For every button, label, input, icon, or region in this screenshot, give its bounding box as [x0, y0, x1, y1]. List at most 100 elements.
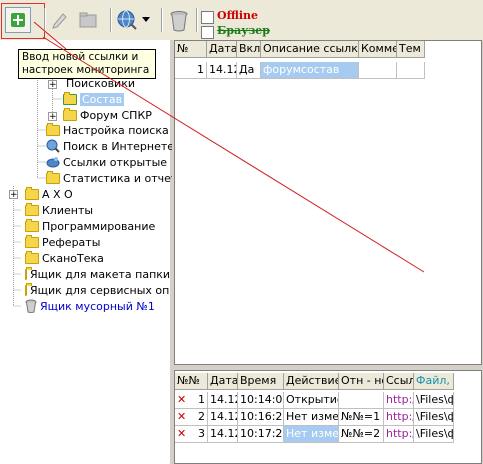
cell-time: 10:16:27	[238, 409, 284, 426]
edit-button[interactable]	[48, 9, 72, 31]
cell-action: Открытие	[284, 392, 339, 409]
cell-file: \Files\ф	[414, 426, 454, 443]
cell-description: форумсостав	[261, 62, 359, 79]
tree-item-open-links[interactable]: Ссылки открытые	[46, 154, 167, 170]
column-header[interactable]: Дата	[207, 41, 237, 58]
column-header[interactable]: Вкл	[237, 41, 261, 58]
column-header[interactable]: Время	[238, 373, 284, 390]
web-search-dropdown[interactable]	[115, 8, 151, 32]
folder-check-icon	[63, 91, 77, 105]
expand-icon[interactable]: +	[48, 112, 57, 122]
column-header[interactable]: №№	[175, 373, 208, 390]
tree-item-service-box[interactable]: Ящик для сервисных опций	[25, 282, 170, 298]
folder-icon	[25, 218, 39, 232]
offline-checkbox[interactable]	[201, 11, 214, 24]
tree-item-label: Состав	[80, 92, 125, 106]
column-header[interactable]: Тем	[397, 41, 425, 58]
trash-button[interactable]	[166, 8, 192, 34]
toolbar-separator	[161, 8, 163, 32]
cell-link[interactable]: http:/.	[384, 392, 414, 409]
add-link-tooltip: Ввод новой ссылки и настроек мониторинга	[18, 49, 156, 79]
error-x-icon: ✕	[177, 410, 187, 423]
cell-date: 14.12	[208, 409, 238, 426]
folder-icon	[46, 170, 60, 184]
cell-action: Нет измен	[284, 426, 339, 443]
open-folder-button[interactable]	[76, 9, 100, 31]
browser-label: Браузер	[217, 24, 270, 37]
tree-item-layout-box[interactable]: Ящик для макета папки	[25, 266, 170, 282]
magnifier-globe-icon	[46, 139, 60, 153]
right-pane: № Дата Вкл Описание ссылки Комме Тем 1 1…	[172, 40, 483, 464]
links-grid-header: № Дата Вкл Описание ссылки Комме Тем	[175, 41, 425, 58]
tree-item-sostav[interactable]: Состав	[63, 91, 125, 107]
tree-item-label: Настройка поиска	[63, 123, 169, 137]
folder-icon	[25, 202, 39, 216]
folder-tree[interactable]: Поисковики + Состав + Форум СПКР Настрой…	[0, 40, 186, 464]
browser-checkbox[interactable]	[201, 26, 214, 39]
error-x-icon: ✕	[177, 427, 187, 440]
tree-item-label: Поиск в Интернете	[63, 139, 175, 153]
column-header[interactable]: Ссыл	[384, 373, 414, 390]
cell-time: 10:17:25	[238, 426, 284, 443]
folder-icon	[25, 250, 39, 264]
table-row[interactable]: 1 14.12 Да форумсостав	[175, 62, 425, 79]
add-link-button[interactable]	[5, 7, 31, 33]
tree-item-programming[interactable]: Программирование	[25, 218, 155, 234]
tree-item-label: Ссылки открытые	[63, 155, 168, 169]
cell-num: ✕ 3	[175, 426, 208, 443]
log-grid[interactable]: №№ Дата Время Действие Отн - но Ссыл Фай…	[174, 370, 482, 464]
trash-icon	[25, 299, 37, 313]
column-header[interactable]: Действие	[284, 373, 339, 390]
tree-item-label: А Х О	[42, 187, 73, 201]
folder-icon	[25, 266, 32, 280]
trash-icon	[170, 11, 188, 32]
column-header[interactable]: №	[175, 41, 207, 58]
tree-item-label: Форум СПКР	[80, 108, 152, 122]
cell-comment	[359, 62, 397, 79]
tree-item-label: Ящик для макета папки	[30, 267, 170, 281]
cell-date: 14.12	[207, 62, 237, 79]
cell-theme	[397, 62, 425, 79]
cell-link[interactable]: http:/.	[384, 426, 414, 443]
cell-file: \Files\ф	[414, 392, 454, 409]
tree-item-stats-reports[interactable]: Статистика и отчеты	[46, 170, 186, 186]
cell-num: 1	[175, 62, 207, 79]
folder-icon	[79, 12, 97, 28]
tree-item-clients[interactable]: Клиенты	[25, 202, 93, 218]
expand-icon[interactable]: +	[48, 80, 57, 90]
links-grid[interactable]: № Дата Вкл Описание ссылки Комме Тем 1 1…	[174, 40, 482, 365]
cell-action: Нет измен	[284, 409, 339, 426]
cell-enabled: Да	[237, 62, 261, 79]
tree-item-scanoteka[interactable]: СканоТека	[25, 250, 104, 266]
column-header[interactable]: Дата	[208, 373, 238, 390]
table-row[interactable]: ✕2 14.12 10:16:27 Нет измен №№=1 http:/.…	[175, 409, 454, 426]
expand-icon[interactable]: +	[9, 190, 18, 200]
tree-item-forum-spkr[interactable]: Форум СПКР	[63, 107, 152, 123]
cell-relation: №№=2	[339, 426, 384, 443]
tree-item-trash[interactable]: Ящик мусорный №1	[25, 298, 155, 314]
tree-item-internet-search[interactable]: Поиск в Интернете	[46, 138, 174, 154]
column-header[interactable]: Отн - но	[339, 373, 384, 390]
folder-icon	[25, 186, 39, 200]
tree-item-axo[interactable]: А Х О	[25, 186, 73, 202]
column-header[interactable]: Комме	[359, 41, 397, 58]
cell-time: 10:14:07	[238, 392, 284, 409]
table-row[interactable]: ✕3 14.12 10:17:25 Нет измен №№=2 http:/.…	[175, 426, 454, 443]
tree-item-label: Рефераты	[42, 235, 101, 249]
tree-item-label: Ящик мусорный №1	[40, 299, 155, 313]
cell-link[interactable]: http:/.	[384, 409, 414, 426]
folder-icon	[63, 107, 77, 121]
column-header[interactable]: Описание ссылки	[261, 41, 359, 58]
column-header[interactable]: Файл, в	[414, 373, 454, 390]
tree-item-label: Ящик для сервисных опций	[30, 283, 170, 297]
tree-item-search-settings[interactable]: Настройка поиска	[46, 122, 169, 138]
cell-relation: №№=1	[339, 409, 384, 426]
toolbar-separator	[110, 8, 112, 32]
toolbar: Offline Браузер	[0, 0, 483, 40]
tooltip-line: Ввод новой ссылки и	[22, 51, 139, 63]
plus-icon	[11, 13, 25, 27]
folder-icon	[25, 282, 32, 296]
table-row[interactable]: ✕1 14.12 10:14:07 Открытие http:/. \File…	[175, 392, 454, 409]
cell-relation	[339, 392, 384, 409]
tree-item-essays[interactable]: Рефераты	[25, 234, 100, 250]
